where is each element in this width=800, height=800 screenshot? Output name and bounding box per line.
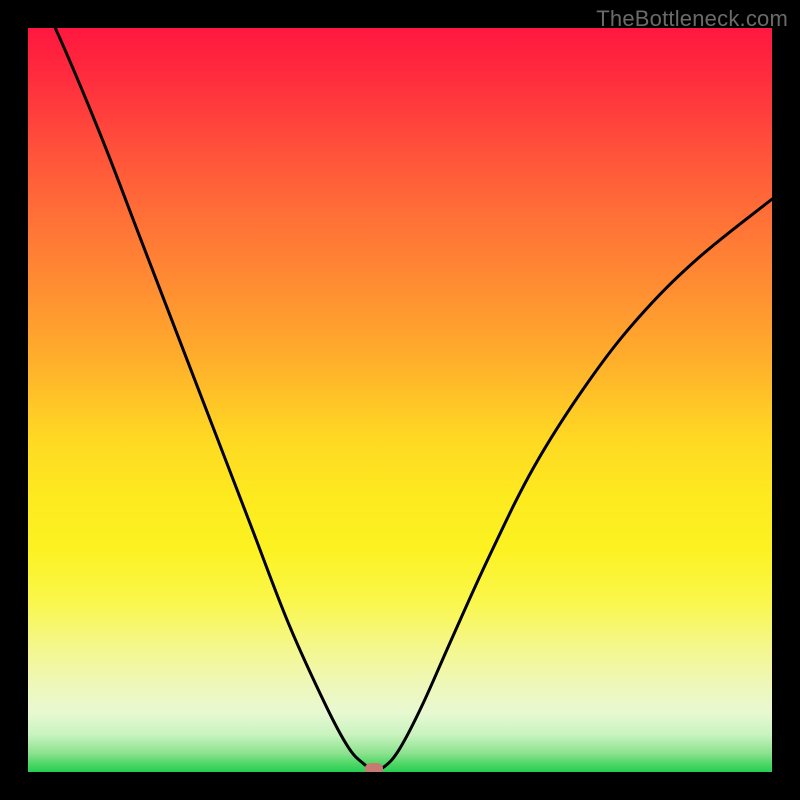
bottleneck-curve-path bbox=[28, 28, 772, 769]
curve-svg bbox=[28, 28, 772, 772]
chart-frame: TheBottleneck.com bbox=[0, 0, 800, 800]
watermark-text: TheBottleneck.com bbox=[596, 6, 788, 32]
plot-area bbox=[28, 28, 772, 772]
minimum-marker bbox=[365, 763, 383, 772]
